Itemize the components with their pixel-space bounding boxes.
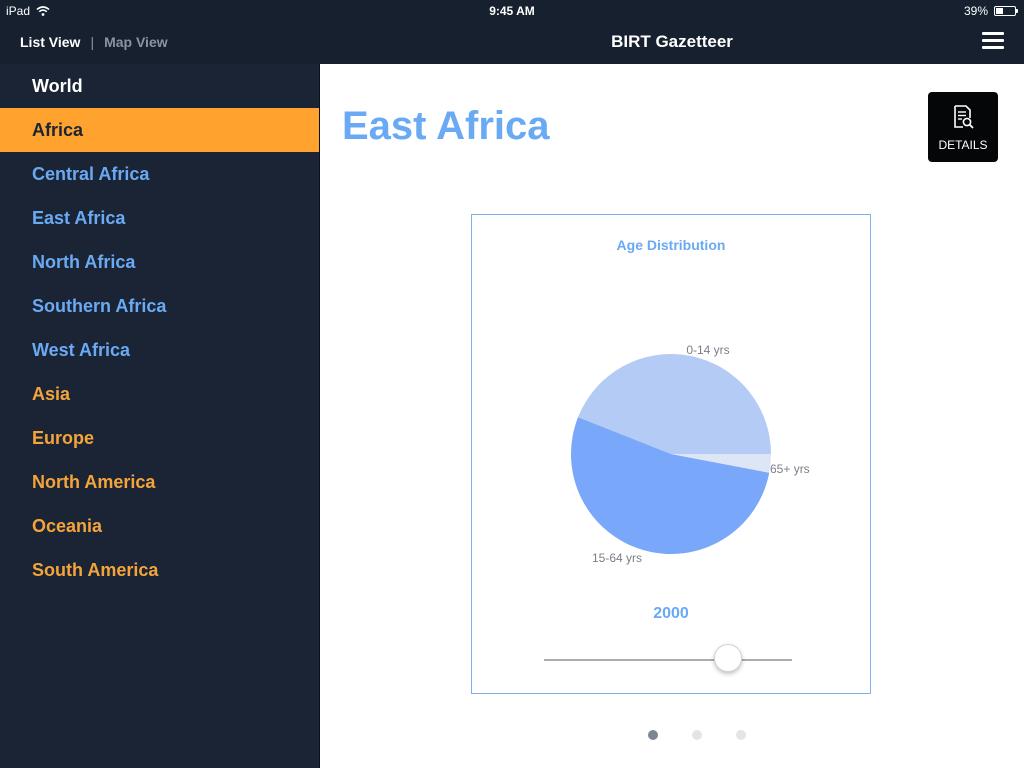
pie-label-1: 0-14 yrs [686, 343, 729, 357]
sidebar-item-north-america[interactable]: North America [0, 460, 319, 504]
document-search-icon [954, 105, 974, 129]
page-dot-2[interactable] [691, 730, 702, 740]
sidebar-item-oceania[interactable]: Oceania [0, 504, 319, 548]
sidebar-item-west-africa[interactable]: West Africa [0, 328, 319, 372]
sidebar-item-central-africa[interactable]: Central Africa [0, 152, 319, 196]
battery-icon [994, 6, 1018, 16]
page-title: East Africa [342, 104, 550, 148]
nav-bar: List View | Map View BIRT Gazetteer [0, 22, 1024, 64]
age-distribution-card: Age Distribution 0-14 yrs 15-64 yrs 65+ yr… [471, 214, 871, 694]
region-sidebar: World Africa Central Africa East Africa Nort… [0, 64, 320, 768]
sidebar-item-north-africa[interactable]: North Africa [0, 240, 319, 284]
sidebar-item-europe[interactable]: Europe [0, 416, 319, 460]
age-pie-chart: 0-14 yrs 15-64 yrs 65+ yrs [571, 343, 810, 565]
hamburger-menu-icon[interactable] [982, 32, 1004, 50]
year-slider-track[interactable] [544, 659, 792, 661]
app-title: BIRT Gazetteer [611, 32, 733, 51]
year-label: 2000 [653, 605, 689, 622]
page-dot-1[interactable] [647, 730, 658, 740]
sidebar-item-south-america[interactable]: South America [0, 548, 319, 592]
main-content: East Africa DETAILS Age Distribution 0-1… [321, 64, 1024, 768]
sidebar-item-world[interactable]: World [0, 64, 319, 108]
clock: 9:45 AM [489, 4, 535, 18]
sidebar-item-asia[interactable]: Asia [0, 372, 319, 416]
battery-percent: 39% [963, 4, 988, 18]
pie-label-3: 65+ yrs [770, 462, 810, 476]
sidebar-item-southern-africa[interactable]: Southern Africa [0, 284, 319, 328]
details-label: DETAILS [938, 138, 988, 152]
sidebar-item-east-africa[interactable]: East Africa [0, 196, 319, 240]
year-slider-thumb[interactable] [713, 644, 742, 672]
status-bar: iPad 9:45 AM 39% [0, 0, 1024, 22]
page-dot-3[interactable] [735, 730, 746, 740]
page-indicator [321, 730, 1024, 740]
pie-label-2: 15-64 yrs [592, 551, 642, 565]
sidebar-item-africa[interactable]: Africa [0, 108, 319, 152]
details-button[interactable]: DETAILS [928, 92, 998, 162]
